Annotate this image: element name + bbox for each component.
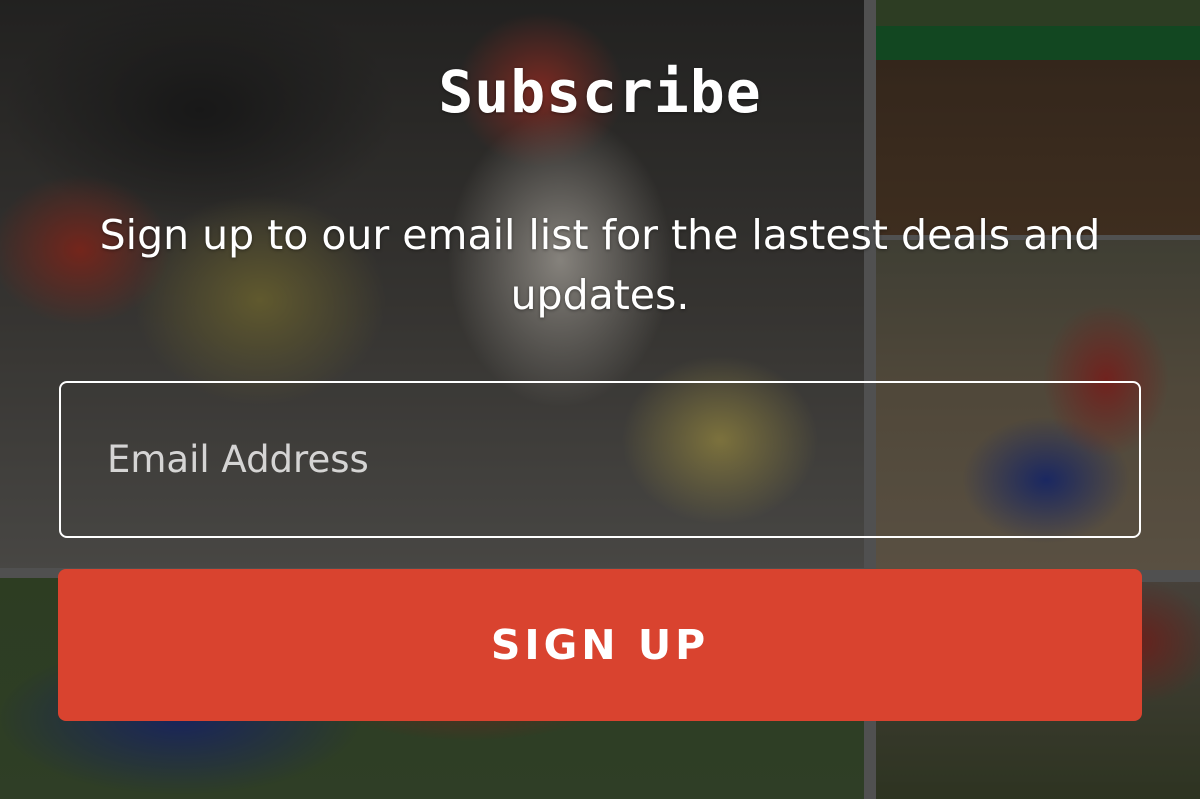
subscribe-title: Subscribe [438, 58, 762, 126]
sign-up-button[interactable]: SIGN UP [58, 569, 1142, 721]
subscribe-description: Sign up to our email list for the lastes… [99, 211, 1101, 319]
email-field[interactable] [59, 381, 1141, 538]
